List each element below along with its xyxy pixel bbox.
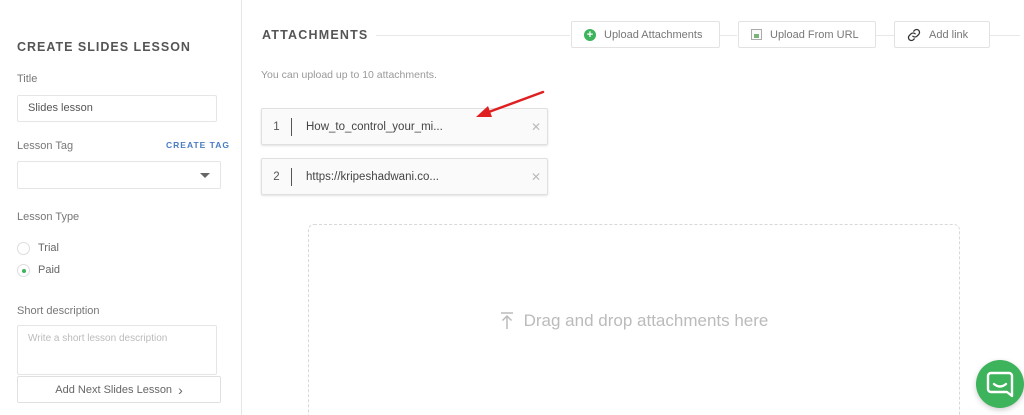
chat-widget-button[interactable] xyxy=(976,360,1024,408)
lesson-sidebar: CREATE SLIDES LESSON Title Slides lesson… xyxy=(0,0,242,415)
dropzone-message: Drag and drop attachments here xyxy=(309,311,959,331)
caret-down-icon xyxy=(200,173,210,178)
lesson-tag-select[interactable] xyxy=(17,161,221,189)
attachment-name: https://kripeshadwani.co... xyxy=(306,170,439,183)
chevron-right-icon: › xyxy=(178,381,183,398)
radio-label-paid: Paid xyxy=(38,264,61,276)
upload-attachments-label: Upload Attachments xyxy=(604,28,703,41)
attachments-title: ATTACHMENTS xyxy=(262,28,369,42)
link-icon xyxy=(907,28,921,41)
title-label: Title xyxy=(17,73,38,85)
header-divider xyxy=(876,35,894,36)
attachments-panel: ATTACHMENTS + Upload Attachments Upload … xyxy=(243,0,1024,415)
radio-trial[interactable]: Trial xyxy=(17,241,59,255)
dropzone-text: Drag and drop attachments here xyxy=(523,311,769,330)
chat-icon xyxy=(986,371,1014,398)
dropzone[interactable]: Drag and drop attachments here xyxy=(308,224,960,415)
add-link-label: Add link xyxy=(929,28,969,41)
radio-paid[interactable]: Paid xyxy=(17,263,60,277)
upload-from-url-button[interactable]: Upload From URL xyxy=(738,21,876,48)
title-input[interactable]: Slides lesson xyxy=(17,95,217,122)
header-divider xyxy=(720,35,737,36)
header-divider xyxy=(376,35,570,36)
upload-arrow-icon xyxy=(500,312,513,329)
upload-hint: You can upload up to 10 attachments. xyxy=(261,69,437,81)
short-description-label: Short description xyxy=(17,305,100,317)
remove-icon[interactable]: ✕ xyxy=(525,170,547,184)
add-link-button[interactable]: Add link xyxy=(894,21,990,48)
add-next-lesson-button[interactable]: Add Next Slides Lesson › xyxy=(17,376,221,403)
create-tag-link[interactable]: CREATE TAG xyxy=(166,140,230,150)
divider xyxy=(291,167,292,186)
radio-button[interactable] xyxy=(17,241,30,255)
lesson-type-label: Lesson Type xyxy=(17,211,80,223)
header-divider xyxy=(990,35,1020,36)
lesson-tag-label: Lesson Tag xyxy=(17,140,74,152)
sidebar-title: CREATE SLIDES LESSON xyxy=(17,40,191,54)
radio-label-trial: Trial xyxy=(38,242,59,254)
upload-attachments-button[interactable]: + Upload Attachments xyxy=(571,21,720,48)
attachment-row[interactable]: 2 https://kripeshadwani.co... ✕ xyxy=(261,158,548,195)
annotation-arrow-icon xyxy=(476,90,545,117)
image-icon xyxy=(751,29,762,40)
add-next-lesson-label: Add Next Slides Lesson xyxy=(55,383,173,396)
short-description-textarea[interactable]: Write a short lesson description xyxy=(17,325,217,375)
divider xyxy=(291,117,292,136)
attachment-index: 1 xyxy=(273,120,280,133)
plus-circle-icon: + xyxy=(584,28,596,41)
radio-button-selected[interactable] xyxy=(17,263,30,277)
attachment-index: 2 xyxy=(273,170,280,183)
upload-from-url-label: Upload From URL xyxy=(770,28,859,41)
